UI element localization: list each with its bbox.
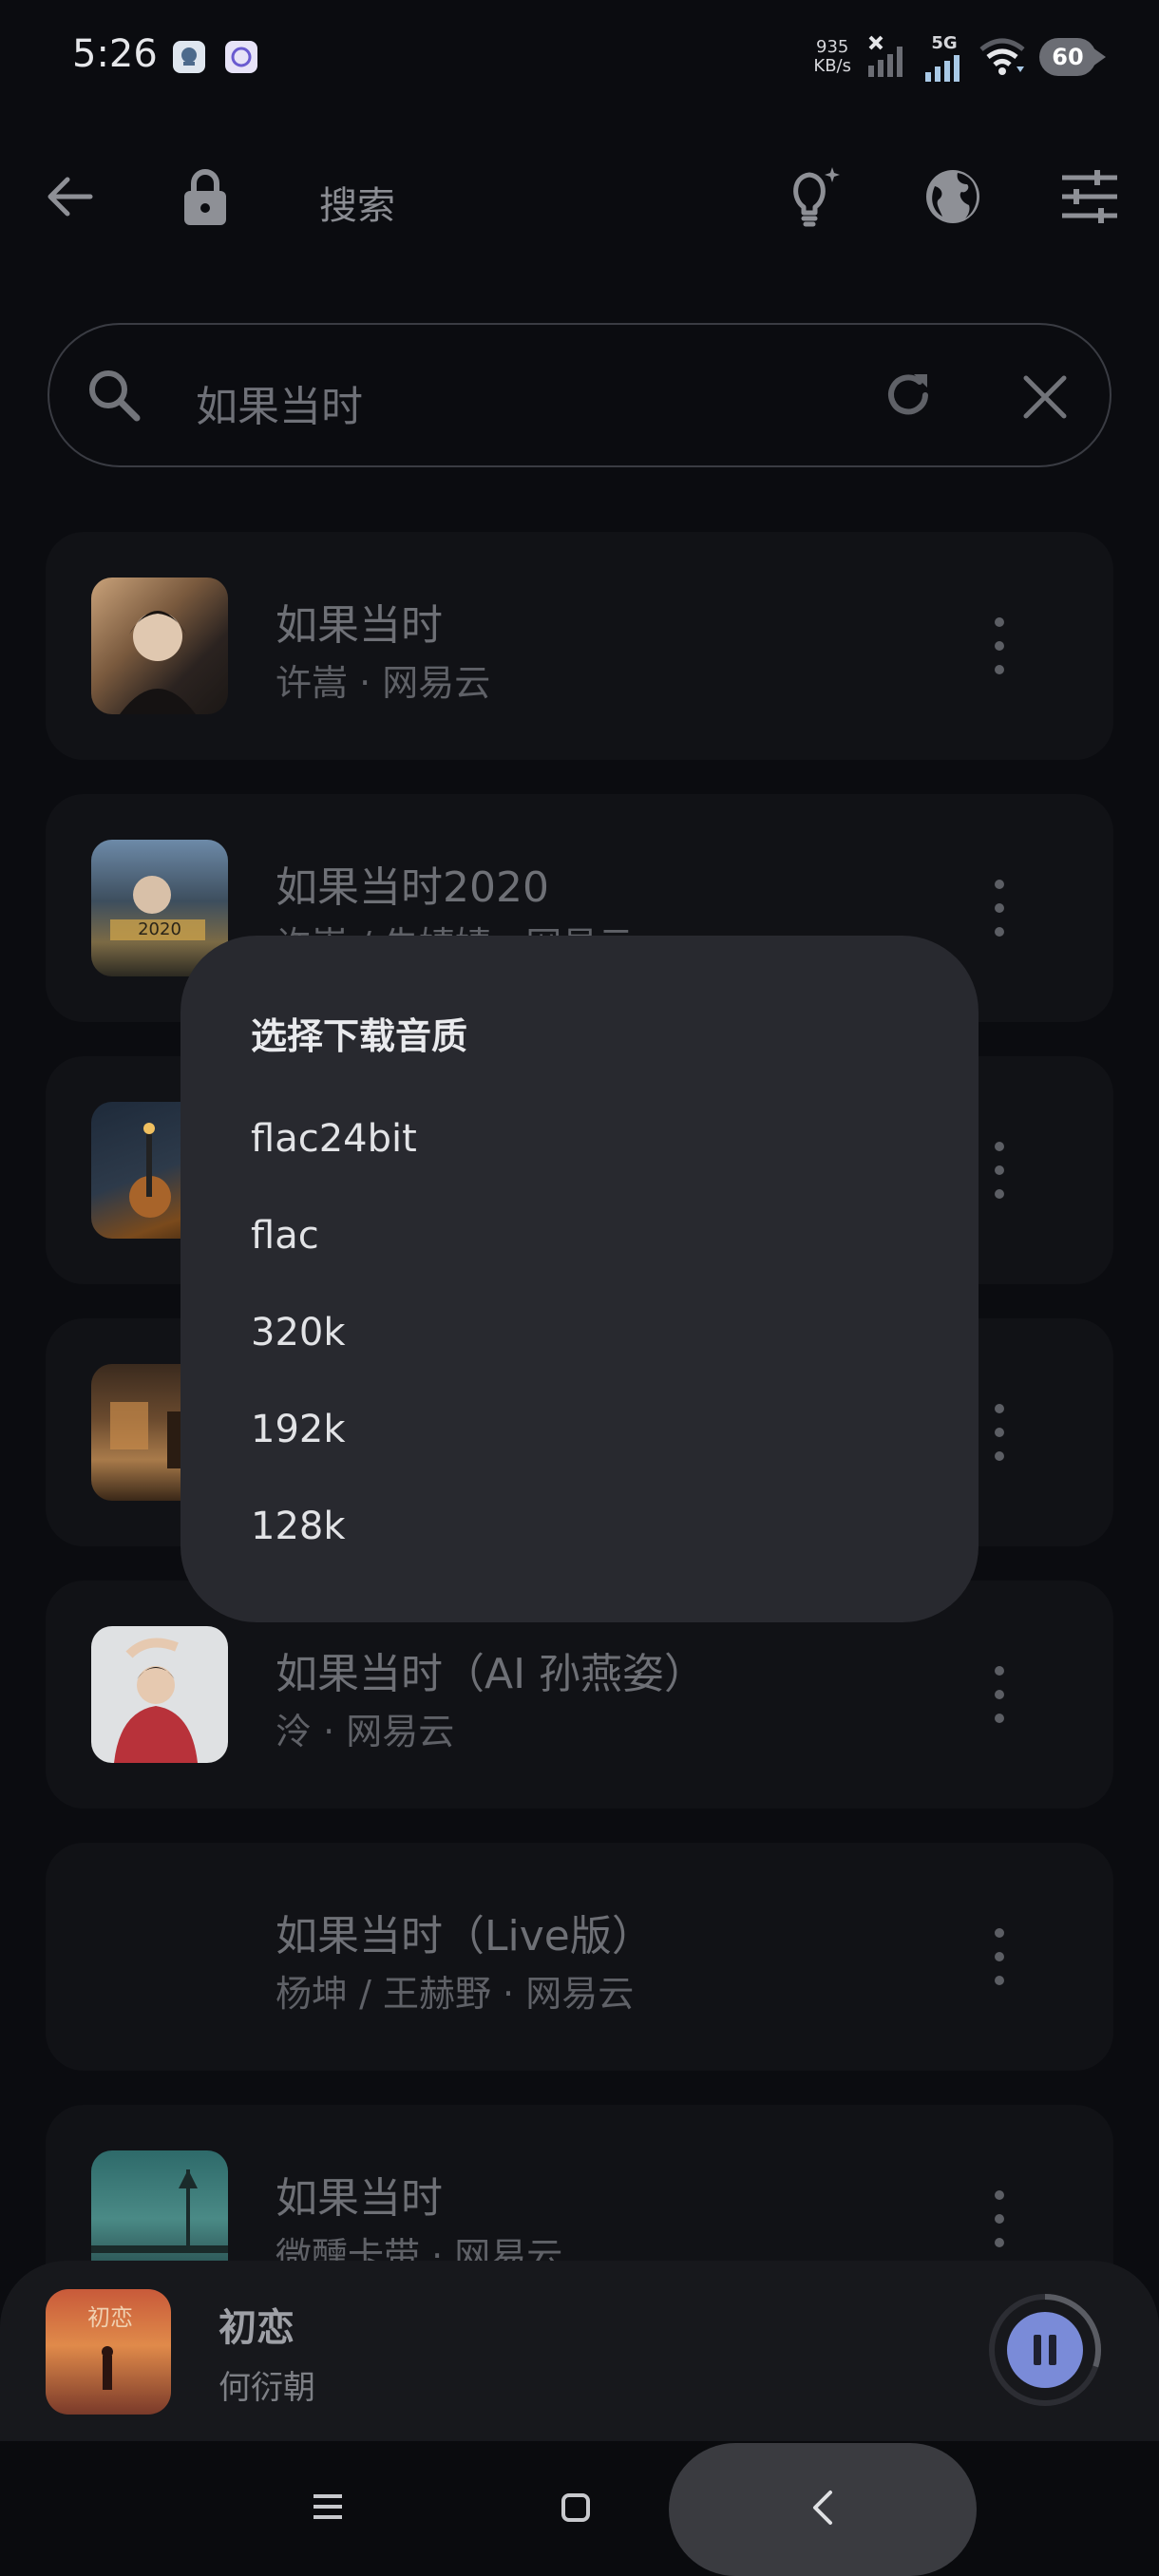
- lock-icon: [184, 169, 226, 225]
- signal-no-sim-icon: [868, 35, 902, 77]
- search-icon: [86, 367, 141, 426]
- suggestion-button[interactable]: [779, 163, 846, 230]
- page-title: 搜索: [319, 184, 395, 228]
- search-input[interactable]: 如果当时: [196, 372, 363, 433]
- chevron-left-icon: [813, 2491, 832, 2525]
- quality-option-128k[interactable]: 128k: [251, 1505, 346, 1548]
- arrow-left-icon: [48, 177, 93, 217]
- close-icon: [1023, 375, 1067, 419]
- more-options-button[interactable]: [988, 1142, 1011, 1199]
- quality-option-flac[interactable]: flac: [251, 1214, 319, 1258]
- notification-app-icon: [173, 41, 205, 73]
- mini-player[interactable]: [0, 2261, 1159, 2441]
- song-title: 如果当时: [276, 601, 443, 650]
- menu-icon: [314, 2494, 342, 2519]
- signal-icon: [925, 54, 960, 82]
- player-cover[interactable]: 初恋: [46, 2289, 171, 2415]
- more-options-button[interactable]: [988, 1666, 1011, 1723]
- globe-icon: [926, 170, 979, 223]
- status-indicators: 935 KB/s 5G 60: [813, 28, 1106, 85]
- song-subtitle: 杨坤 / 王赫野 · 网易云: [276, 1973, 635, 2015]
- clear-button[interactable]: [1018, 370, 1072, 427]
- wifi-icon: [979, 38, 1025, 75]
- battery-indicator: 60: [1039, 38, 1106, 76]
- play-pause-button[interactable]: [986, 2291, 1104, 2409]
- song-title: 如果当时（Live版）: [276, 1912, 654, 1960]
- back-nav-button[interactable]: [809, 2489, 836, 2530]
- cellular: 5G: [923, 33, 965, 82]
- notification-app-icon: [225, 41, 257, 73]
- net-speed: 935 KB/s: [813, 38, 851, 76]
- player-artist: 何衍朝: [218, 2369, 315, 2407]
- svg-text:2020: 2020: [138, 919, 181, 939]
- refresh-icon: [888, 374, 928, 415]
- quality-option-320k[interactable]: 320k: [251, 1311, 346, 1354]
- dialog-title: 选择下载音质: [251, 1015, 468, 1057]
- home-icon: [561, 2493, 590, 2522]
- progress-ring: [989, 2294, 1101, 2406]
- refresh-button[interactable]: [880, 367, 937, 427]
- album-cover: [91, 578, 228, 714]
- song-title: 如果当时: [276, 2174, 443, 2223]
- net-speed-unit: KB/s: [813, 56, 851, 76]
- song-title: 如果当时（AI 孙燕姿）: [276, 1650, 707, 1698]
- more-options-button[interactable]: [988, 617, 1011, 674]
- lock-button[interactable]: [172, 163, 238, 230]
- network-type: 5G: [931, 32, 958, 53]
- quality-option-flac24bit[interactable]: flac24bit: [251, 1117, 417, 1161]
- song-subtitle: 许嵩 · 网易云: [276, 662, 491, 704]
- lightbulb-icon: [793, 167, 840, 227]
- quality-option-192k[interactable]: 192k: [251, 1408, 346, 1451]
- source-button[interactable]: [920, 163, 986, 230]
- status-time: 5:26: [72, 32, 158, 76]
- song-title: 如果当时2020: [276, 863, 549, 912]
- menu-button[interactable]: [312, 2492, 344, 2525]
- back-button[interactable]: [36, 163, 103, 230]
- sliders-icon: [1062, 170, 1117, 223]
- song-subtitle: 泠 · 网易云: [276, 1711, 455, 1752]
- more-options-button[interactable]: [988, 2190, 1011, 2247]
- settings-button[interactable]: [1056, 163, 1123, 230]
- more-options-button[interactable]: [988, 1928, 1011, 1985]
- more-options-button[interactable]: [988, 880, 1011, 937]
- more-options-button[interactable]: [988, 1404, 1011, 1461]
- player-song-title: 初恋: [218, 2306, 294, 2350]
- net-speed-value: 935: [816, 37, 849, 57]
- home-button[interactable]: [560, 2492, 591, 2527]
- album-cover: [91, 1626, 228, 1763]
